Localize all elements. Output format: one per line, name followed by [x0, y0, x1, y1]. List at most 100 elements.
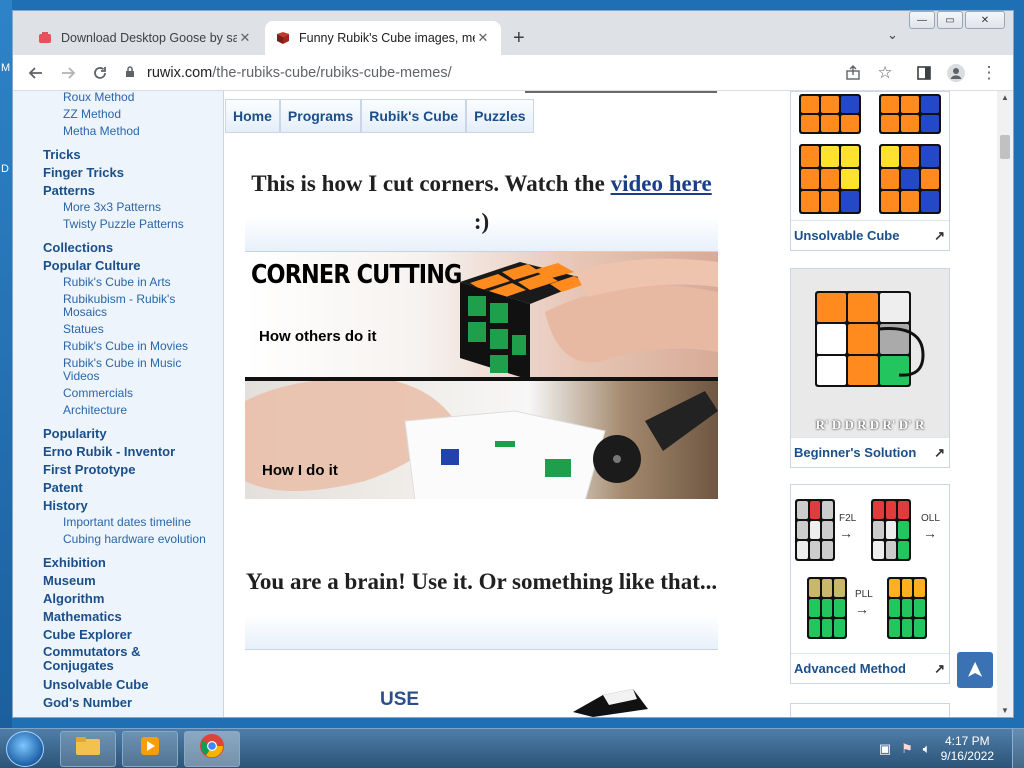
heading-text: This is how I cut corners. Watch the — [251, 171, 611, 196]
nav-link-hardware-evolution[interactable]: Cubing hardware evolution — [63, 533, 206, 546]
nav-link-history[interactable]: History — [43, 498, 88, 513]
reload-icon[interactable] — [89, 62, 111, 84]
nav-link-first-prototype[interactable]: First Prototype — [43, 462, 135, 477]
nav-link-twisty-puzzle-patterns[interactable]: Twisty Puzzle Patterns — [63, 218, 184, 231]
taskbar-explorer[interactable] — [60, 731, 116, 767]
action-center-icon[interactable]: ⚑ — [901, 741, 913, 757]
nav-link-commercials[interactable]: Commercials — [63, 387, 133, 400]
show-desktop-button[interactable] — [1012, 729, 1024, 768]
browser-toolbar: ruwix.com/the-rubiks-cube/rubiks-cube-me… — [13, 55, 1013, 91]
forward-icon[interactable] — [57, 62, 79, 84]
cube-graphic — [887, 577, 927, 639]
left-navigation: Roux Method ZZ Method Metha Method Trick… — [13, 91, 224, 717]
step-label: OLL — [921, 513, 940, 524]
start-button[interactable] — [6, 731, 44, 767]
card-image — [791, 92, 949, 220]
volume-icon[interactable]: 🔈︎ — [923, 741, 931, 757]
favicon-icon — [37, 30, 53, 46]
nav-link-gods-number[interactable]: God's Number — [43, 695, 132, 710]
scroll-up-icon[interactable]: ▲ — [1001, 93, 1009, 102]
clock-date: 9/16/2022 — [940, 749, 994, 763]
arrow-right-icon: → — [839, 525, 853, 541]
external-link-icon[interactable]: ↗ — [934, 228, 945, 244]
scroll-down-icon[interactable]: ▼ — [1001, 706, 1009, 715]
system-tray: ▣ ⚑ 🔈︎ 4:17 PM 9/16/2022 — [879, 729, 1024, 768]
desktop-icon-label: M — [1, 62, 11, 74]
card-beginners-solution[interactable]: R' D D R D R' D' R Beginner's Solution ↗ — [790, 268, 950, 468]
nav-link-commutators[interactable]: Commutators & Conjugates — [43, 645, 163, 673]
card-title: Beginner's Solution — [794, 445, 917, 460]
lock-icon[interactable] — [125, 65, 139, 81]
page-scrollbar[interactable]: ▲ ▼ — [997, 91, 1013, 717]
external-link-icon[interactable]: ↗ — [934, 445, 945, 461]
close-window-button[interactable]: ✕ — [965, 11, 1005, 29]
tab-search-button[interactable]: ⌄ — [887, 27, 898, 43]
brain-heading: You are a brain! Use it. Or something li… — [245, 563, 718, 650]
bookmark-star-icon[interactable]: ☆ — [874, 62, 896, 84]
nav-link-finger-tricks[interactable]: Finger Tricks — [43, 165, 124, 180]
nav-link-algorithm[interactable]: Algorithm — [43, 591, 104, 606]
card-image: F2L → OLL → PLL → — [791, 485, 949, 653]
nav-link-dates-timeline[interactable]: Important dates timeline — [63, 516, 191, 529]
meme-caption-top: How others do it — [259, 328, 377, 345]
top-nav-programs[interactable]: Programs — [279, 99, 362, 133]
address-bar[interactable]: ruwix.com/the-rubiks-cube/rubiks-cube-me… — [125, 59, 955, 87]
nav-link-cube-in-music-videos[interactable]: Rubik's Cube in Music Videos — [63, 357, 203, 383]
nav-link-statues[interactable]: Statues — [63, 323, 104, 336]
nav-link-patterns[interactable]: Patterns — [43, 183, 95, 198]
top-nav-home[interactable]: Home — [225, 99, 280, 133]
close-icon[interactable]: ✕ — [237, 30, 253, 46]
maximize-button[interactable]: ▭ — [937, 11, 963, 29]
cube-graphic — [871, 499, 911, 561]
back-icon[interactable] — [25, 62, 47, 84]
scroll-thumb[interactable] — [1000, 135, 1010, 159]
video-link[interactable]: video here — [611, 171, 712, 196]
image-edge — [525, 91, 717, 93]
top-nav-puzzles[interactable]: Puzzles — [466, 99, 534, 133]
window-controls: — ▭ ✕ — [909, 11, 1005, 29]
turn-arrow-icon — [878, 327, 925, 377]
profile-icon[interactable] — [945, 62, 967, 84]
nav-link-unsolvable-cube[interactable]: Unsolvable Cube — [43, 677, 148, 692]
nav-link-rubikubism[interactable]: Rubikubism - Rubik's Mosaics — [63, 293, 203, 319]
tab-desktop-goose[interactable]: Download Desktop Goose by sa ✕ — [27, 21, 263, 55]
step-label: PLL — [855, 589, 873, 600]
minimize-button[interactable]: — — [909, 11, 935, 29]
nav-link-architecture[interactable]: Architecture — [63, 404, 127, 417]
close-icon[interactable]: ✕ — [475, 30, 491, 46]
tab-rubiks-memes[interactable]: Funny Rubik's Cube images, mem ✕ — [265, 21, 501, 55]
card-title: Unsolvable Cube — [794, 228, 900, 243]
card-unsolvable-cube[interactable]: Unsolvable Cube ↗ — [790, 91, 950, 251]
nav-link-erno-rubik[interactable]: Erno Rubik - Inventor — [43, 444, 175, 459]
nav-link-roux-method[interactable]: Roux Method — [63, 91, 134, 104]
nav-link-popular-culture[interactable]: Popular Culture — [43, 258, 141, 273]
share-icon[interactable] — [842, 62, 864, 84]
nav-link-cube-explorer[interactable]: Cube Explorer — [43, 627, 132, 642]
nav-link-popularity[interactable]: Popularity — [43, 426, 107, 441]
side-panel-icon[interactable] — [913, 62, 935, 84]
nav-link-exhibition[interactable]: Exhibition — [43, 555, 106, 570]
nav-link-cube-in-arts[interactable]: Rubik's Cube in Arts — [63, 276, 171, 289]
menu-icon[interactable]: ⋮ — [978, 62, 1000, 84]
top-nav-rubiks-cube[interactable]: Rubik's Cube — [361, 99, 467, 133]
nav-link-metha-method[interactable]: Metha Method — [63, 125, 140, 138]
nav-link-more-3x3-patterns[interactable]: More 3x3 Patterns — [63, 201, 161, 214]
nav-link-cube-in-movies[interactable]: Rubik's Cube in Movies — [63, 340, 188, 353]
taskbar-media-player[interactable] — [122, 731, 178, 767]
nav-link-collections[interactable]: Collections — [43, 240, 113, 255]
nav-link-patent[interactable]: Patent — [43, 480, 83, 495]
external-link-icon[interactable]: ↗ — [934, 661, 945, 677]
nav-link-museum[interactable]: Museum — [43, 573, 96, 588]
folder-icon — [75, 735, 101, 763]
nav-link-tricks[interactable]: Tricks — [43, 147, 81, 162]
nav-link-mathematics[interactable]: Mathematics — [43, 609, 122, 624]
network-icon[interactable]: ▣ — [879, 741, 891, 757]
taskbar-chrome[interactable] — [184, 731, 240, 767]
clock[interactable]: 4:17 PM 9/16/2022 — [941, 734, 994, 764]
card-advanced-method[interactable]: F2L → OLL → PLL → Advanced Method ↗ — [790, 484, 950, 684]
card-next[interactable] — [790, 703, 950, 717]
back-to-top-button[interactable]: ➤ — [957, 652, 993, 688]
nav-link-zz-method[interactable]: ZZ Method — [63, 108, 121, 121]
card-title: Advanced Method — [794, 661, 906, 676]
new-tab-button[interactable]: + — [513, 27, 525, 50]
